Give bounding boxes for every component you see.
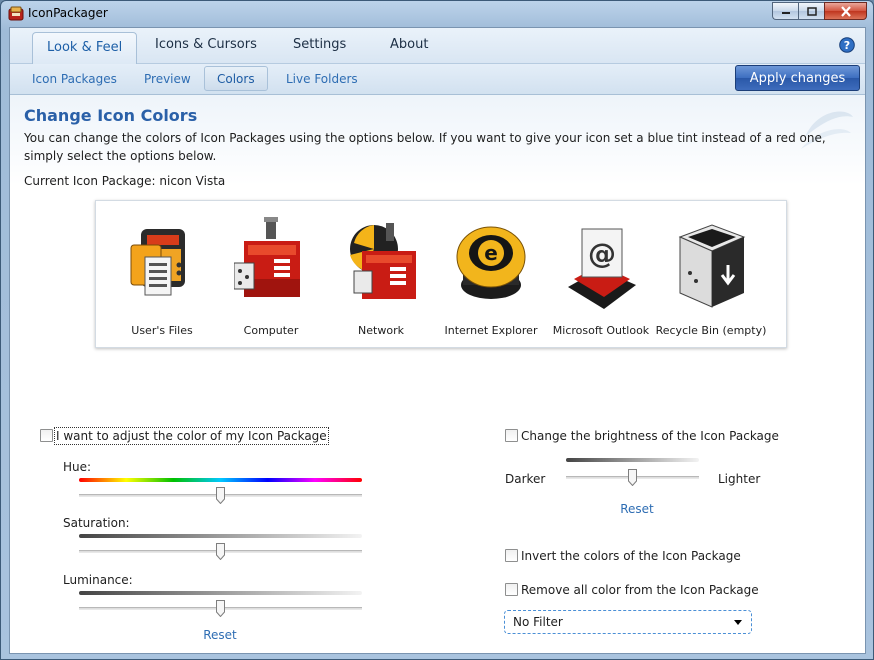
network-icon	[350, 223, 416, 299]
darker-label: Darker	[505, 472, 546, 486]
close-button[interactable]	[824, 2, 867, 20]
preview-label: User's Files	[131, 324, 193, 337]
invert-colors-label[interactable]: Invert the colors of the Icon Package	[521, 549, 741, 563]
filter-selected-value: No Filter	[513, 615, 563, 629]
lighter-label: Lighter	[718, 472, 761, 486]
saturation-label: Saturation:	[63, 516, 130, 530]
remove-color-label[interactable]: Remove all color from the Icon Package	[521, 583, 759, 597]
chevron-down-icon	[734, 620, 742, 625]
apply-changes-button[interactable]: Apply changes	[735, 65, 860, 91]
microsoft-outlook-icon: @	[568, 228, 636, 309]
invert-colors-checkbox[interactable]	[505, 549, 518, 562]
computer-icon	[234, 217, 300, 297]
icon-preview-box: User's Files Computer Network e Internet…	[95, 200, 787, 348]
maximize-icon	[806, 6, 817, 16]
current-package-label: Current Icon Package: nicon Vista	[24, 174, 226, 188]
hue-label: Hue:	[63, 460, 92, 474]
hue-slider-thumb[interactable]	[216, 487, 225, 504]
caption-buttons	[772, 2, 867, 20]
brightness-reset-link[interactable]: Reset	[607, 502, 667, 516]
preview-item-computer: Computer	[216, 209, 326, 341]
brightness-gradient-bar	[566, 458, 699, 462]
brightness-slider-thumb[interactable]	[628, 469, 637, 486]
preview-label: Computer	[243, 324, 299, 337]
brightness-label[interactable]: Change the brightness of the Icon Packag…	[521, 429, 779, 443]
tab-settings[interactable]: Settings	[293, 37, 346, 52]
minimize-button[interactable]	[772, 2, 798, 20]
luminance-gradient-bar	[79, 591, 362, 595]
tab-icons-and-cursors[interactable]: Icons & Cursors	[155, 37, 257, 52]
svg-text:e: e	[484, 241, 498, 265]
preview-label: Internet Explorer	[444, 324, 538, 337]
adjust-color-checkbox[interactable]	[40, 429, 53, 442]
subtab-colors[interactable]: Colors	[204, 66, 268, 91]
preview-item-recycle-bin: Recycle Bin (empty)	[656, 209, 766, 341]
help-icon[interactable]: ?	[839, 37, 855, 53]
internet-explorer-icon: e	[456, 226, 526, 299]
subtab-icon-packages[interactable]: Icon Packages	[32, 72, 117, 86]
svg-text:@: @	[588, 237, 616, 270]
svg-text:?: ?	[844, 39, 850, 52]
preview-item-network: Network	[326, 209, 436, 341]
recycle-bin-icon	[678, 224, 746, 308]
filter-dropdown[interactable]: No Filter	[504, 610, 752, 634]
tab-about[interactable]: About	[390, 37, 428, 52]
saturation-gradient-bar	[79, 534, 362, 538]
subtab-preview[interactable]: Preview	[144, 72, 191, 86]
preview-label: Recycle Bin (empty)	[655, 324, 767, 337]
sub-tab-bar: Icon Packages Preview Colors Live Folder…	[10, 64, 865, 95]
preview-item-microsoft-outlook: @ Microsoft Outlook	[546, 209, 656, 341]
preview-label: Microsoft Outlook	[552, 324, 650, 337]
preview-item-internet-explorer: e Internet Explorer	[436, 209, 546, 341]
page-description: You can change the colors of Icon Packag…	[24, 131, 826, 163]
saturation-slider-thumb[interactable]	[216, 543, 225, 560]
luminance-slider-thumb[interactable]	[216, 600, 225, 617]
preview-item-users-files: User's Files	[107, 209, 217, 341]
window-title: IconPackager	[28, 6, 108, 20]
iconpackager-app-icon	[8, 6, 24, 21]
page-title: Change Icon Colors	[24, 106, 198, 125]
subtab-live-folders[interactable]: Live Folders	[286, 72, 358, 86]
app-window: IconPackager Look & Feel Icons & Cursors…	[0, 0, 874, 660]
remove-color-checkbox[interactable]	[505, 583, 518, 596]
title-bar[interactable]: IconPackager	[1, 1, 873, 27]
colors-panel: Change Icon Colors You can change the co…	[10, 95, 865, 653]
maximize-button[interactable]	[798, 2, 824, 20]
tab-look-and-feel[interactable]: Look & Feel	[32, 32, 138, 64]
close-icon	[840, 5, 851, 17]
brightness-checkbox[interactable]	[505, 429, 518, 442]
main-tab-bar: Look & Feel Icons & Cursors Settings Abo…	[10, 28, 865, 64]
hue-gradient-bar	[79, 478, 362, 482]
minimize-icon	[781, 12, 790, 14]
luminance-label: Luminance:	[63, 573, 133, 587]
color-reset-link[interactable]: Reset	[190, 628, 250, 642]
preview-label: Network	[358, 324, 404, 337]
users-files-icon	[130, 229, 185, 296]
adjust-color-label[interactable]: I want to adjust the color of my Icon Pa…	[54, 427, 329, 445]
client-area: Look & Feel Icons & Cursors Settings Abo…	[9, 27, 866, 654]
